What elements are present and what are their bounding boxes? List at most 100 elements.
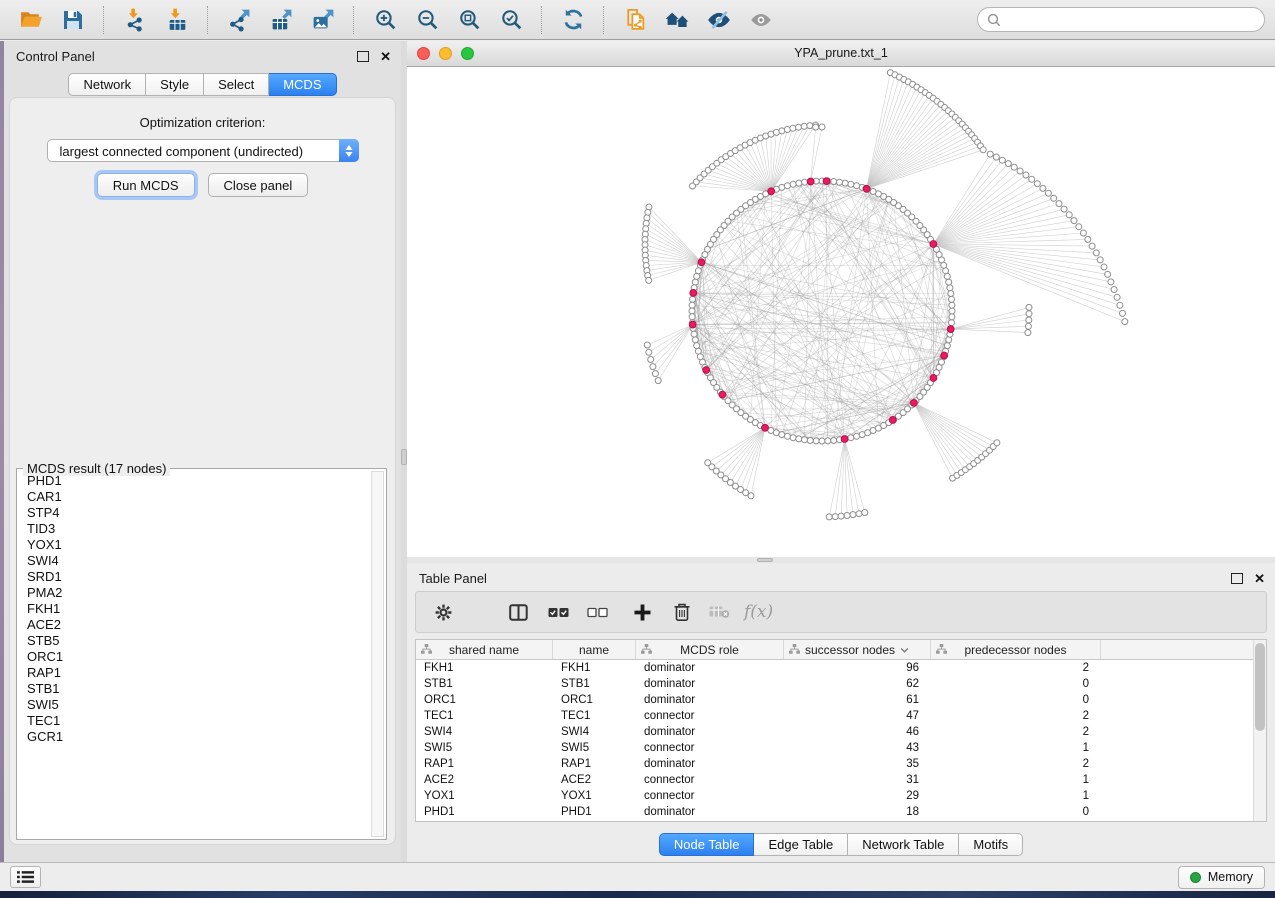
network-overview-button[interactable] (657, 3, 697, 37)
leaf-node[interactable] (993, 154, 999, 160)
leaf-node[interactable] (1040, 185, 1046, 191)
ring-node[interactable] (784, 433, 790, 439)
clone-network-button[interactable] (615, 3, 655, 37)
leaf-node[interactable] (1111, 287, 1117, 293)
table-row[interactable]: YOX1YOX1connector291 (416, 788, 1266, 804)
leaf-node[interactable] (652, 371, 658, 377)
list-item[interactable]: TEC1 (20, 713, 368, 729)
import-table-button[interactable] (157, 3, 197, 37)
ring-node[interactable] (848, 435, 854, 441)
ring-node[interactable] (944, 343, 950, 349)
minimize-window-icon[interactable] (439, 47, 452, 60)
ring-node[interactable] (790, 435, 796, 441)
select-all-button[interactable] (548, 607, 569, 618)
leaf-node[interactable] (862, 510, 868, 516)
refresh-button[interactable] (553, 3, 593, 37)
task-history-button[interactable] (10, 866, 41, 888)
leaf-node[interactable] (650, 364, 656, 370)
ring-node[interactable] (692, 279, 698, 285)
dominator-node[interactable] (930, 241, 937, 248)
list-item[interactable]: YOX1 (20, 537, 368, 553)
ring-node[interactable] (949, 296, 955, 302)
show-panels-button[interactable] (741, 3, 781, 37)
table-row[interactable]: RAP1RAP1dominator352 (416, 756, 1266, 772)
ring-node[interactable] (842, 180, 848, 186)
leaf-node[interactable] (1029, 176, 1035, 182)
list-item[interactable]: CAR1 (20, 489, 368, 505)
zoom-out-button[interactable] (407, 3, 447, 37)
leaf-node[interactable] (1089, 243, 1095, 249)
tab-style[interactable]: Style (146, 73, 204, 96)
leaf-node[interactable] (1026, 311, 1032, 317)
mcds-list-scrollbar[interactable] (371, 471, 384, 837)
leaf-node[interactable] (655, 378, 661, 384)
leaf-node[interactable] (1005, 161, 1011, 167)
leaf-node[interactable] (1114, 294, 1120, 300)
dominator-node[interactable] (768, 188, 775, 195)
ring-node[interactable] (689, 308, 695, 314)
list-item[interactable]: ACE2 (20, 617, 368, 633)
list-item[interactable]: STB1 (20, 681, 368, 697)
leaf-node[interactable] (646, 349, 652, 355)
list-item[interactable]: TID3 (20, 521, 368, 537)
ring-node[interactable] (819, 438, 825, 444)
ring-node[interactable] (813, 438, 819, 444)
ring-node[interactable] (854, 433, 860, 439)
leaf-node[interactable] (1117, 302, 1123, 308)
leaf-node[interactable] (856, 511, 862, 517)
leaf-node[interactable] (1017, 168, 1023, 174)
ring-node[interactable] (949, 314, 955, 320)
leaf-node[interactable] (1085, 236, 1091, 242)
ring-node[interactable] (831, 438, 837, 444)
list-item[interactable]: GCR1 (20, 729, 368, 745)
ring-node[interactable] (689, 302, 695, 308)
column-header-successor-nodes[interactable]: successor nodes (784, 640, 931, 659)
ring-node[interactable] (848, 181, 854, 187)
export-image-button[interactable] (303, 3, 343, 37)
leaf-node[interactable] (784, 127, 790, 133)
tab-network-table[interactable]: Network Table (848, 833, 959, 856)
dominator-node[interactable] (947, 326, 954, 333)
leaf-node[interactable] (1108, 279, 1114, 285)
function-builder-button[interactable]: f(x) (744, 602, 773, 622)
leaf-node[interactable] (1026, 304, 1032, 310)
network-graph[interactable] (407, 67, 1275, 557)
leaf-node[interactable] (1061, 206, 1067, 212)
list-item[interactable]: ORC1 (20, 649, 368, 665)
leaf-node[interactable] (1051, 195, 1057, 201)
leaf-node[interactable] (1011, 164, 1017, 170)
leaf-node[interactable] (994, 440, 1000, 446)
leaf-node[interactable] (999, 157, 1005, 163)
deselect-all-button[interactable] (587, 607, 608, 618)
ring-node[interactable] (796, 180, 802, 186)
tab-node-table[interactable]: Node Table (659, 833, 755, 856)
ring-node[interactable] (825, 438, 831, 444)
leaf-node[interactable] (801, 123, 807, 129)
leaf-node[interactable] (648, 357, 654, 363)
dominator-node[interactable] (941, 352, 948, 359)
list-item[interactable]: STP4 (20, 505, 368, 521)
ring-node[interactable] (690, 296, 696, 302)
table-row[interactable]: PHD1PHD1dominator180 (416, 804, 1266, 820)
leaf-node[interactable] (1026, 317, 1032, 323)
zoom-in-button[interactable] (365, 3, 405, 37)
delete-values-button[interactable] (673, 602, 691, 622)
create-column-button[interactable] (634, 604, 651, 621)
tab-mcds[interactable]: MCDS (269, 73, 336, 96)
tab-network[interactable]: Network (68, 73, 146, 96)
leaf-node[interactable] (838, 513, 844, 519)
dominator-node[interactable] (841, 436, 848, 443)
leaf-node[interactable] (980, 147, 986, 153)
ring-node[interactable] (689, 314, 695, 320)
leaf-node[interactable] (1120, 310, 1126, 316)
leaf-node[interactable] (1025, 323, 1031, 329)
list-item[interactable]: PMA2 (20, 585, 368, 601)
tab-select[interactable]: Select (204, 73, 269, 96)
leaf-node[interactable] (1071, 218, 1077, 224)
criterion-select[interactable]: largest connected component (undirected) (47, 139, 359, 162)
ring-node[interactable] (854, 183, 860, 189)
save-session-button[interactable] (53, 3, 93, 37)
memory-button[interactable]: Memory (1178, 866, 1265, 889)
leaf-node[interactable] (1045, 190, 1051, 196)
ring-node[interactable] (831, 179, 837, 185)
